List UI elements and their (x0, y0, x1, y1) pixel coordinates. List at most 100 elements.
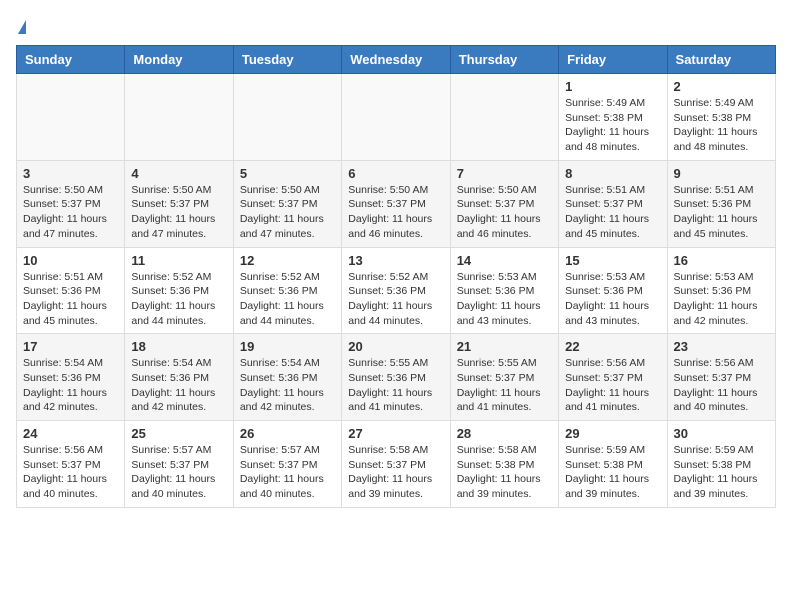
day-number: 1 (565, 79, 660, 94)
calendar-week-row: 24 Sunrise: 5:56 AM Sunset: 5:37 PM Dayli… (17, 421, 776, 508)
calendar-cell: 5 Sunrise: 5:50 AM Sunset: 5:37 PM Daylig… (233, 160, 341, 247)
logo (16, 16, 26, 33)
calendar-cell: 2 Sunrise: 5:49 AM Sunset: 5:38 PM Daylig… (667, 74, 775, 161)
day-info: Sunrise: 5:52 AM Sunset: 5:36 PM Dayligh… (131, 270, 226, 329)
calendar-header-monday: Monday (125, 46, 233, 74)
day-number: 9 (674, 166, 769, 181)
day-info: Sunrise: 5:51 AM Sunset: 5:37 PM Dayligh… (565, 183, 660, 242)
day-number: 21 (457, 339, 552, 354)
day-number: 22 (565, 339, 660, 354)
calendar-cell: 21 Sunrise: 5:55 AM Sunset: 5:37 PM Dayli… (450, 334, 558, 421)
day-number: 7 (457, 166, 552, 181)
calendar-header-sunday: Sunday (17, 46, 125, 74)
day-info: Sunrise: 5:55 AM Sunset: 5:37 PM Dayligh… (457, 356, 552, 415)
day-info: Sunrise: 5:55 AM Sunset: 5:36 PM Dayligh… (348, 356, 443, 415)
calendar-cell: 10 Sunrise: 5:51 AM Sunset: 5:36 PM Dayli… (17, 247, 125, 334)
day-number: 19 (240, 339, 335, 354)
day-info: Sunrise: 5:49 AM Sunset: 5:38 PM Dayligh… (674, 96, 769, 155)
day-info: Sunrise: 5:54 AM Sunset: 5:36 PM Dayligh… (131, 356, 226, 415)
page-header (16, 16, 776, 33)
day-number: 17 (23, 339, 118, 354)
calendar-cell: 7 Sunrise: 5:50 AM Sunset: 5:37 PM Daylig… (450, 160, 558, 247)
calendar-cell: 28 Sunrise: 5:58 AM Sunset: 5:38 PM Dayli… (450, 421, 558, 508)
day-info: Sunrise: 5:58 AM Sunset: 5:37 PM Dayligh… (348, 443, 443, 502)
calendar-header-saturday: Saturday (667, 46, 775, 74)
calendar-header-thursday: Thursday (450, 46, 558, 74)
calendar-cell: 24 Sunrise: 5:56 AM Sunset: 5:37 PM Dayli… (17, 421, 125, 508)
day-number: 11 (131, 253, 226, 268)
day-number: 2 (674, 79, 769, 94)
day-info: Sunrise: 5:56 AM Sunset: 5:37 PM Dayligh… (565, 356, 660, 415)
day-info: Sunrise: 5:57 AM Sunset: 5:37 PM Dayligh… (240, 443, 335, 502)
calendar-cell: 17 Sunrise: 5:54 AM Sunset: 5:36 PM Dayli… (17, 334, 125, 421)
calendar-cell: 30 Sunrise: 5:59 AM Sunset: 5:38 PM Dayli… (667, 421, 775, 508)
day-info: Sunrise: 5:50 AM Sunset: 5:37 PM Dayligh… (457, 183, 552, 242)
day-info: Sunrise: 5:52 AM Sunset: 5:36 PM Dayligh… (240, 270, 335, 329)
logo-triangle-icon (18, 20, 26, 34)
day-number: 14 (457, 253, 552, 268)
day-number: 24 (23, 426, 118, 441)
calendar-cell: 4 Sunrise: 5:50 AM Sunset: 5:37 PM Daylig… (125, 160, 233, 247)
calendar-header-tuesday: Tuesday (233, 46, 341, 74)
calendar-cell: 29 Sunrise: 5:59 AM Sunset: 5:38 PM Dayli… (559, 421, 667, 508)
calendar-cell: 1 Sunrise: 5:49 AM Sunset: 5:38 PM Daylig… (559, 74, 667, 161)
day-info: Sunrise: 5:59 AM Sunset: 5:38 PM Dayligh… (674, 443, 769, 502)
day-info: Sunrise: 5:54 AM Sunset: 5:36 PM Dayligh… (240, 356, 335, 415)
calendar-week-row: 17 Sunrise: 5:54 AM Sunset: 5:36 PM Dayli… (17, 334, 776, 421)
day-info: Sunrise: 5:56 AM Sunset: 5:37 PM Dayligh… (23, 443, 118, 502)
day-number: 29 (565, 426, 660, 441)
calendar-cell: 18 Sunrise: 5:54 AM Sunset: 5:36 PM Dayli… (125, 334, 233, 421)
day-info: Sunrise: 5:53 AM Sunset: 5:36 PM Dayligh… (674, 270, 769, 329)
day-info: Sunrise: 5:58 AM Sunset: 5:38 PM Dayligh… (457, 443, 552, 502)
day-info: Sunrise: 5:56 AM Sunset: 5:37 PM Dayligh… (674, 356, 769, 415)
calendar-cell: 20 Sunrise: 5:55 AM Sunset: 5:36 PM Dayli… (342, 334, 450, 421)
calendar-table: SundayMondayTuesdayWednesdayThursdayFrid… (16, 45, 776, 508)
calendar-header-wednesday: Wednesday (342, 46, 450, 74)
calendar-cell: 22 Sunrise: 5:56 AM Sunset: 5:37 PM Dayli… (559, 334, 667, 421)
day-info: Sunrise: 5:59 AM Sunset: 5:38 PM Dayligh… (565, 443, 660, 502)
day-info: Sunrise: 5:57 AM Sunset: 5:37 PM Dayligh… (131, 443, 226, 502)
calendar-week-row: 10 Sunrise: 5:51 AM Sunset: 5:36 PM Dayli… (17, 247, 776, 334)
calendar-cell: 25 Sunrise: 5:57 AM Sunset: 5:37 PM Dayli… (125, 421, 233, 508)
calendar-cell: 9 Sunrise: 5:51 AM Sunset: 5:36 PM Daylig… (667, 160, 775, 247)
day-number: 28 (457, 426, 552, 441)
calendar-cell (125, 74, 233, 161)
day-info: Sunrise: 5:50 AM Sunset: 5:37 PM Dayligh… (348, 183, 443, 242)
calendar-cell: 8 Sunrise: 5:51 AM Sunset: 5:37 PM Daylig… (559, 160, 667, 247)
calendar-cell (450, 74, 558, 161)
calendar-cell: 19 Sunrise: 5:54 AM Sunset: 5:36 PM Dayli… (233, 334, 341, 421)
day-number: 6 (348, 166, 443, 181)
day-number: 25 (131, 426, 226, 441)
day-number: 13 (348, 253, 443, 268)
day-info: Sunrise: 5:53 AM Sunset: 5:36 PM Dayligh… (565, 270, 660, 329)
day-number: 30 (674, 426, 769, 441)
day-number: 27 (348, 426, 443, 441)
day-number: 20 (348, 339, 443, 354)
day-number: 12 (240, 253, 335, 268)
day-info: Sunrise: 5:54 AM Sunset: 5:36 PM Dayligh… (23, 356, 118, 415)
day-number: 23 (674, 339, 769, 354)
calendar-cell: 26 Sunrise: 5:57 AM Sunset: 5:37 PM Dayli… (233, 421, 341, 508)
day-info: Sunrise: 5:49 AM Sunset: 5:38 PM Dayligh… (565, 96, 660, 155)
day-number: 16 (674, 253, 769, 268)
calendar-cell (17, 74, 125, 161)
day-number: 18 (131, 339, 226, 354)
day-number: 10 (23, 253, 118, 268)
day-info: Sunrise: 5:50 AM Sunset: 5:37 PM Dayligh… (131, 183, 226, 242)
calendar-cell: 27 Sunrise: 5:58 AM Sunset: 5:37 PM Dayli… (342, 421, 450, 508)
day-info: Sunrise: 5:51 AM Sunset: 5:36 PM Dayligh… (23, 270, 118, 329)
day-number: 4 (131, 166, 226, 181)
day-info: Sunrise: 5:51 AM Sunset: 5:36 PM Dayligh… (674, 183, 769, 242)
calendar-cell: 16 Sunrise: 5:53 AM Sunset: 5:36 PM Dayli… (667, 247, 775, 334)
day-number: 8 (565, 166, 660, 181)
day-number: 5 (240, 166, 335, 181)
day-number: 15 (565, 253, 660, 268)
calendar-cell: 13 Sunrise: 5:52 AM Sunset: 5:36 PM Dayli… (342, 247, 450, 334)
day-info: Sunrise: 5:50 AM Sunset: 5:37 PM Dayligh… (23, 183, 118, 242)
calendar-header-friday: Friday (559, 46, 667, 74)
day-number: 26 (240, 426, 335, 441)
day-info: Sunrise: 5:52 AM Sunset: 5:36 PM Dayligh… (348, 270, 443, 329)
day-info: Sunrise: 5:50 AM Sunset: 5:37 PM Dayligh… (240, 183, 335, 242)
calendar-header-row: SundayMondayTuesdayWednesdayThursdayFrid… (17, 46, 776, 74)
calendar-cell: 14Sunrise: 5:53 AM Sunset: 5:36 PM Dayli… (450, 247, 558, 334)
